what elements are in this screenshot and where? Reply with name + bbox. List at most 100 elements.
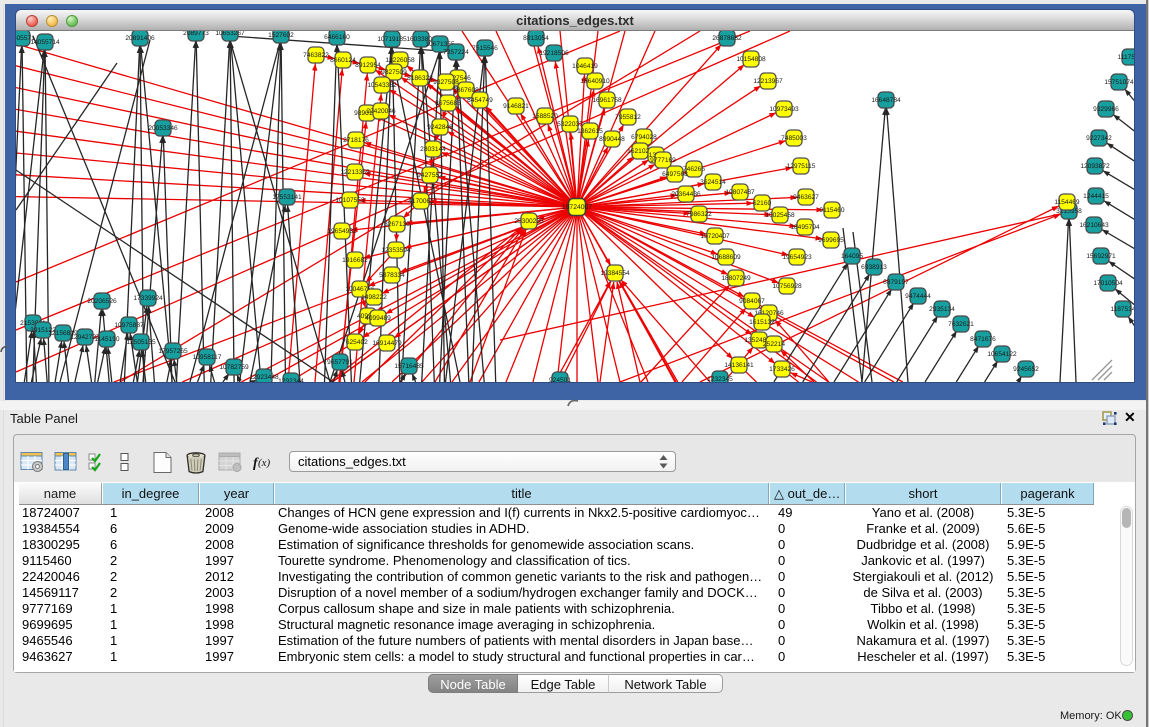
svg-text:17339924: 17339924 (133, 295, 163, 302)
svg-text:10654122: 10654122 (987, 351, 1017, 358)
svg-text:164095: 164095 (841, 253, 863, 260)
svg-text:13226058: 13226058 (385, 57, 415, 64)
svg-text:14055714: 14055714 (30, 39, 60, 46)
svg-text:10756928: 10756928 (772, 283, 802, 290)
svg-text:8990448: 8990448 (599, 136, 625, 143)
svg-text:16210643: 16210643 (1079, 222, 1109, 229)
svg-text:18640910: 18640910 (580, 78, 610, 85)
svg-text:15692971: 15692971 (1086, 253, 1116, 260)
svg-text:62160: 62160 (753, 200, 772, 207)
svg-text:3624514: 3624514 (700, 179, 726, 186)
svg-text:1733426: 1733426 (769, 366, 795, 373)
svg-text:1588520: 1588520 (532, 113, 558, 120)
svg-text:9777169: 9777169 (650, 157, 676, 164)
svg-text:6879197: 6879197 (883, 279, 909, 286)
svg-text:(x): (x) (258, 457, 271, 469)
svg-text:9463627: 9463627 (793, 194, 819, 201)
svg-text:7515546: 7515546 (472, 45, 498, 52)
svg-text:22420046: 22420046 (366, 108, 396, 115)
svg-text:20364436: 20364436 (671, 191, 701, 198)
svg-text:7485003: 7485003 (781, 135, 807, 142)
svg-text:7463822: 7463822 (303, 52, 329, 59)
svg-text:1916682: 1916682 (342, 257, 368, 264)
svg-text:8186328: 8186328 (407, 75, 433, 82)
svg-text:1615132: 1615132 (749, 319, 775, 326)
svg-text:8912954: 8912954 (355, 62, 381, 69)
svg-text:924501: 924501 (549, 377, 571, 382)
svg-text:10975887: 10975887 (114, 322, 144, 329)
svg-text:1117534: 1117534 (1118, 54, 1134, 61)
svg-text:8675685: 8675685 (435, 100, 461, 107)
svg-text:8454749: 8454749 (467, 97, 493, 104)
svg-text:10958117: 10958117 (193, 354, 222, 361)
svg-text:9115460: 9115460 (819, 207, 845, 214)
svg-text:9329966: 9329966 (1093, 106, 1119, 113)
svg-text:9474444: 9474444 (905, 293, 931, 300)
svg-text:12093872: 12093872 (1080, 163, 1110, 170)
svg-text:6466160: 6466160 (324, 34, 350, 41)
svg-text:12923448: 12923448 (249, 374, 279, 381)
svg-text:9242848: 9242848 (427, 124, 453, 131)
svg-text:1527602: 1527602 (268, 32, 294, 39)
svg-text:7357224: 7357224 (443, 49, 469, 56)
svg-text:16914479: 16914479 (372, 340, 402, 347)
svg-text:12213967: 12213967 (753, 78, 783, 85)
svg-text:1362615: 1362615 (577, 128, 603, 135)
svg-text:10719185: 10719185 (377, 36, 407, 43)
svg-text:10543382: 10543382 (367, 82, 397, 89)
svg-text:9699695: 9699695 (818, 237, 844, 244)
svg-text:1187534: 1187534 (1110, 306, 1134, 313)
svg-text:26878682: 26878682 (712, 35, 742, 42)
svg-text:19218506: 19218506 (539, 50, 569, 57)
svg-text:9657791: 9657791 (327, 359, 353, 366)
svg-text:9327508: 9327508 (433, 79, 459, 86)
svg-text:12505135: 12505135 (126, 339, 156, 346)
svg-text:19654933: 19654933 (327, 228, 357, 235)
svg-text:12975115: 12975115 (787, 163, 816, 170)
svg-text:20891406: 20891406 (125, 35, 155, 42)
svg-text:8471676: 8471676 (970, 336, 996, 343)
svg-text:10154808: 10154808 (736, 56, 766, 63)
svg-text:1154469: 1154469 (1054, 199, 1080, 206)
svg-text:9827509: 9827509 (381, 69, 407, 76)
svg-text:4170061: 4170061 (408, 198, 434, 205)
svg-text:9084067: 9084067 (739, 298, 765, 305)
svg-text:18495794: 18495794 (790, 224, 820, 231)
svg-text:25300235: 25300235 (514, 218, 544, 225)
svg-text:6938913: 6938913 (861, 264, 887, 271)
svg-text:5322037: 5322037 (557, 121, 583, 128)
svg-text:3267130: 3267130 (384, 221, 410, 228)
svg-text:10973493: 10973493 (769, 106, 799, 113)
svg-text:7625402: 7625402 (342, 339, 368, 346)
svg-text:9245652: 9245652 (1013, 366, 1039, 373)
svg-text:1232345: 1232345 (707, 376, 733, 382)
svg-text:17553141: 17553141 (272, 194, 302, 201)
svg-text:5878334: 5878334 (379, 272, 405, 279)
svg-text:9427552: 9427552 (417, 172, 443, 179)
svg-text:12213369: 12213369 (340, 169, 370, 176)
svg-text:10688609: 10688609 (711, 254, 741, 261)
svg-text:20206526: 20206526 (87, 298, 117, 305)
svg-text:8813054: 8813054 (523, 35, 549, 42)
svg-text:12353594: 12353594 (381, 247, 411, 254)
svg-text:4099489: 4099489 (365, 315, 391, 322)
svg-text:7986322: 7986322 (686, 211, 712, 218)
svg-text:2803144: 2803144 (420, 146, 446, 153)
svg-text:18807249: 18807249 (721, 275, 751, 282)
svg-text:15720407: 15720407 (700, 233, 730, 240)
svg-text:17957265: 17957265 (158, 348, 188, 355)
svg-text:17010504: 17010504 (1093, 280, 1123, 287)
svg-text:20053346: 20053346 (148, 125, 178, 132)
svg-text:252214: 252214 (763, 341, 785, 348)
svg-text:1292344: 1292344 (278, 378, 304, 382)
svg-text:2089773: 2089773 (183, 31, 209, 37)
svg-text:16961758: 16961758 (592, 97, 622, 104)
svg-text:1498222: 1498222 (361, 294, 387, 301)
svg-text:7955812: 7955812 (615, 114, 641, 121)
svg-text:10025458: 10025458 (765, 212, 795, 219)
svg-text:6794028: 6794028 (631, 134, 657, 141)
svg-text:2935134: 2935134 (929, 306, 955, 313)
svg-text:1145190: 1145190 (94, 336, 120, 343)
svg-text:1046419: 1046419 (572, 63, 598, 70)
svg-text:15716485: 15716485 (394, 363, 424, 370)
